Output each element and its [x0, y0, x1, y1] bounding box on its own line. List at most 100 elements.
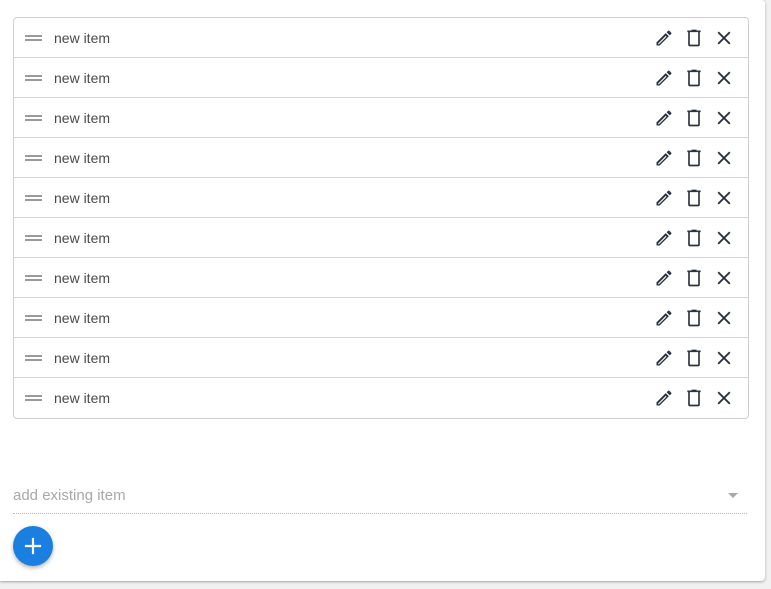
close-icon [717, 71, 731, 84]
drag-handle-icon[interactable] [25, 314, 42, 322]
drag-handle-icon[interactable] [25, 274, 42, 282]
list-item: new item [14, 138, 748, 178]
list-item: new item [14, 58, 748, 98]
list-item: new item [14, 298, 748, 338]
close-button[interactable] [713, 347, 735, 369]
item-label: new item [54, 69, 111, 86]
item-actions [645, 187, 735, 209]
trash-button[interactable] [683, 267, 705, 289]
item-label: new item [54, 309, 111, 326]
pencil-button[interactable] [653, 27, 675, 49]
close-icon [717, 151, 731, 164]
close-button[interactable] [713, 267, 735, 289]
trash-button[interactable] [683, 227, 705, 249]
trash-icon [687, 189, 701, 206]
list-item: new item [14, 258, 748, 298]
pencil-button[interactable] [653, 227, 675, 249]
trash-button[interactable] [683, 307, 705, 329]
close-button[interactable] [713, 387, 735, 409]
close-button[interactable] [713, 147, 735, 169]
item-actions [645, 67, 735, 89]
close-icon [717, 31, 731, 44]
trash-icon [687, 229, 701, 246]
pencil-icon [656, 189, 672, 205]
plus-icon [24, 537, 42, 555]
item-label: new item [54, 149, 111, 166]
trash-button[interactable] [683, 347, 705, 369]
list-item: new item [14, 18, 748, 58]
close-icon [717, 391, 731, 405]
trash-icon [687, 29, 701, 46]
trash-button[interactable] [683, 187, 705, 209]
close-icon [717, 271, 731, 284]
trash-icon [687, 269, 701, 286]
item-actions [645, 107, 735, 129]
pencil-icon [656, 109, 672, 125]
pencil-button[interactable] [653, 267, 675, 289]
item-actions [645, 347, 735, 369]
drag-handle-icon[interactable] [25, 394, 42, 402]
item-actions [645, 227, 735, 249]
drag-handle-icon[interactable] [25, 74, 42, 82]
item-list: new item new item new item new item new item… [13, 17, 749, 419]
trash-button[interactable] [683, 387, 705, 409]
close-button[interactable] [713, 67, 735, 89]
item-actions [645, 307, 735, 329]
close-icon [717, 111, 731, 124]
item-actions [645, 267, 735, 289]
trash-button[interactable] [683, 27, 705, 49]
close-button[interactable] [713, 307, 735, 329]
pencil-icon [656, 349, 672, 365]
add-existing-item-select[interactable]: add existing item [13, 480, 747, 514]
item-label: new item [54, 189, 111, 206]
close-button[interactable] [713, 187, 735, 209]
trash-button[interactable] [683, 147, 705, 169]
dropdown-arrow-icon [728, 493, 738, 498]
drag-handle-icon[interactable] [25, 114, 42, 122]
trash-button[interactable] [683, 107, 705, 129]
list-item: new item [14, 178, 748, 218]
trash-icon [687, 389, 701, 407]
pencil-button[interactable] [653, 107, 675, 129]
editor-card: new item new item new item new item new item… [0, 0, 765, 581]
item-actions [645, 387, 735, 409]
pencil-button[interactable] [653, 187, 675, 209]
drag-handle-icon[interactable] [25, 194, 42, 202]
pencil-icon [656, 69, 672, 85]
pencil-icon [656, 149, 672, 165]
pencil-button[interactable] [653, 347, 675, 369]
trash-icon [687, 149, 701, 166]
item-actions [645, 147, 735, 169]
pencil-button[interactable] [653, 147, 675, 169]
pencil-icon [656, 269, 672, 285]
drag-handle-icon[interactable] [25, 234, 42, 242]
close-button[interactable] [713, 27, 735, 49]
item-label: new item [54, 109, 111, 126]
pencil-icon [656, 309, 672, 325]
pencil-button[interactable] [653, 387, 675, 409]
trash-icon [687, 69, 701, 86]
select-placeholder: add existing item [13, 487, 126, 504]
close-button[interactable] [713, 227, 735, 249]
close-icon [717, 231, 731, 244]
trash-icon [687, 349, 701, 366]
list-item: new item [14, 98, 748, 138]
item-label: new item [54, 29, 111, 46]
item-label: new item [54, 349, 111, 366]
add-item-button[interactable] [13, 526, 53, 566]
drag-handle-icon[interactable] [25, 34, 42, 42]
trash-button[interactable] [683, 67, 705, 89]
close-icon [717, 311, 731, 324]
item-label: new item [54, 269, 111, 286]
drag-handle-icon[interactable] [25, 354, 42, 362]
close-button[interactable] [713, 107, 735, 129]
item-actions [645, 27, 735, 49]
pencil-icon [656, 29, 672, 45]
item-label: new item [54, 229, 111, 246]
pencil-button[interactable] [653, 67, 675, 89]
pencil-icon [656, 229, 672, 245]
pencil-button[interactable] [653, 307, 675, 329]
list-item: new item [14, 338, 748, 378]
pencil-icon [656, 390, 672, 406]
drag-handle-icon[interactable] [25, 154, 42, 162]
